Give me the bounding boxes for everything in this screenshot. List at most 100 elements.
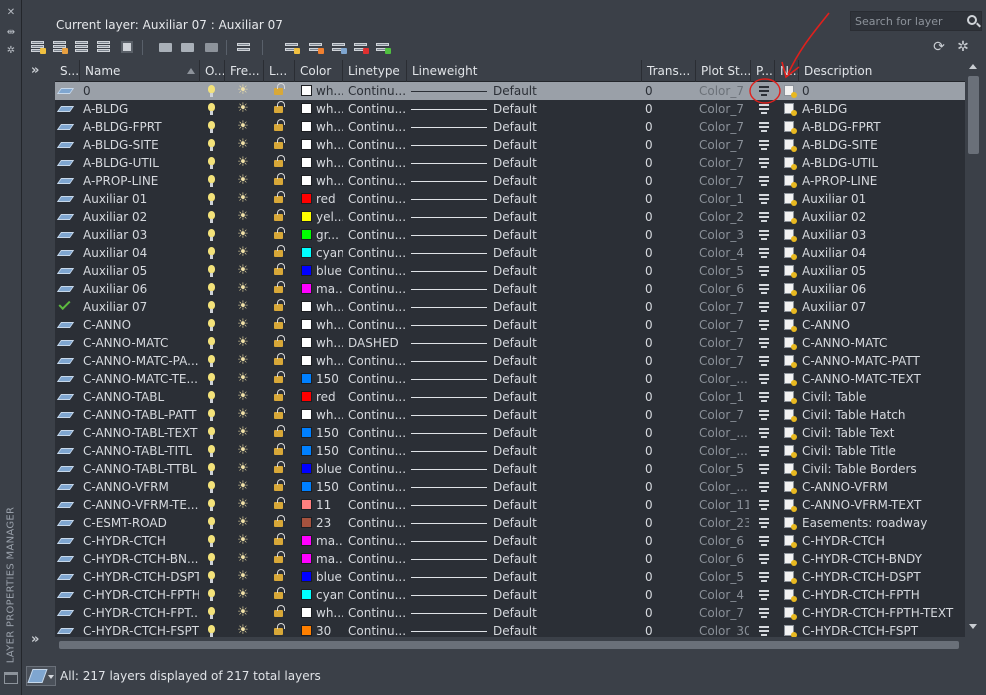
linetype[interactable]: Continu... xyxy=(348,244,406,262)
unlock-icon[interactable] xyxy=(274,605,285,617)
lineweight[interactable]: Default xyxy=(493,478,593,496)
linetype[interactable]: Continu... xyxy=(348,316,406,334)
new-vp-freeze-icon[interactable] xyxy=(784,481,797,494)
layer-name[interactable]: A-BLDG-SITE xyxy=(83,136,199,154)
lineweight[interactable]: Default xyxy=(493,82,593,100)
unlock-icon[interactable] xyxy=(274,371,285,383)
on-bulb-icon[interactable] xyxy=(208,283,215,295)
on-bulb-icon[interactable] xyxy=(208,625,215,637)
thaw-sun-icon[interactable]: ☀ xyxy=(236,354,250,368)
on-bulb-icon[interactable] xyxy=(208,409,215,421)
linetype[interactable]: Continu... xyxy=(348,514,406,532)
thaw-sun-icon[interactable]: ☀ xyxy=(236,102,250,116)
linetype[interactable]: Continu... xyxy=(348,280,406,298)
linetype[interactable]: Continu... xyxy=(348,172,406,190)
on-bulb-icon[interactable] xyxy=(208,553,215,565)
transparency[interactable]: 0 xyxy=(645,568,685,586)
on-bulb-icon[interactable] xyxy=(208,517,215,529)
table-row[interactable]: 0 ☀ wh... Continu... Default 0 Color_7 0 xyxy=(55,82,965,100)
printer-icon[interactable] xyxy=(759,140,769,150)
color-swatch[interactable] xyxy=(301,121,312,132)
color-swatch[interactable] xyxy=(301,499,312,510)
table-row[interactable]: A-PROP-LINE ☀ wh... Continu... Default 0 Color… xyxy=(55,172,965,190)
linetype[interactable]: Continu... xyxy=(348,226,406,244)
refresh-layers-icon[interactable] xyxy=(236,40,252,54)
unlock-icon[interactable] xyxy=(274,137,285,149)
unlock-icon[interactable] xyxy=(274,623,285,635)
color-name[interactable]: wh... xyxy=(316,136,343,154)
linetype[interactable]: Continu... xyxy=(348,532,406,550)
table-row[interactable]: A-BLDG-UTIL ☀ wh... Continu... Default 0 Color… xyxy=(55,154,965,172)
thaw-sun-icon[interactable]: ☀ xyxy=(236,552,250,566)
current-layer-check-icon[interactable] xyxy=(58,297,71,311)
layer-name[interactable]: A-BLDG-UTIL xyxy=(83,154,199,172)
layer-name[interactable]: Auxiliar 05 xyxy=(83,262,199,280)
search-box[interactable] xyxy=(850,11,982,31)
thaw-sun-icon[interactable]: ☀ xyxy=(236,480,250,494)
save-layer-state-icon[interactable] xyxy=(119,40,135,54)
linetype[interactable]: Continu... xyxy=(348,208,406,226)
printer-icon[interactable] xyxy=(759,320,769,330)
layer-name[interactable]: C-ANNO-TABL-TTBL xyxy=(83,460,199,478)
layer-name[interactable]: C-HYDR-CTCH-DSPT xyxy=(83,568,199,586)
table-row[interactable]: C-ANNO ☀ wh... Continu... Default 0 Color_7 C-A… xyxy=(55,316,965,334)
lineweight[interactable]: Default xyxy=(493,136,593,154)
lineweight[interactable]: Default xyxy=(493,424,593,442)
transparency[interactable]: 0 xyxy=(645,460,685,478)
linetype[interactable]: Continu... xyxy=(348,604,406,622)
linetype[interactable]: Continu... xyxy=(348,496,406,514)
layer-status-icon[interactable] xyxy=(56,124,75,130)
thaw-sun-icon[interactable]: ☀ xyxy=(236,372,250,386)
table-row[interactable]: A-BLDG-SITE ☀ wh... Continu... Default 0 Color… xyxy=(55,136,965,154)
unlock-icon[interactable] xyxy=(274,263,285,275)
printer-icon[interactable] xyxy=(759,356,769,366)
layer-name[interactable]: C-HYDR-CTCH-FSPT xyxy=(83,622,199,637)
description[interactable]: A-PROP-LINE xyxy=(802,172,962,190)
transparency[interactable]: 0 xyxy=(645,316,685,334)
description[interactable]: A-BLDG-SITE xyxy=(802,136,962,154)
properties-gear-icon[interactable]: ✲ xyxy=(3,44,19,58)
description[interactable]: Easements: roadway xyxy=(802,514,962,532)
layer-name[interactable]: C-ANNO-MATC-PA... xyxy=(83,352,199,370)
layer-status-icon[interactable] xyxy=(56,556,75,562)
table-row[interactable]: C-ANNO-VFRM ☀ 150 Continu... Default 0 Color_.… xyxy=(55,478,965,496)
layer-states-options-icon[interactable] xyxy=(96,40,112,54)
table-row[interactable]: C-HYDR-CTCH-FSPT ☀ 30 Continu... Default 0 Col… xyxy=(55,622,965,637)
column-plot-style[interactable]: Plot St... xyxy=(696,60,751,82)
thaw-sun-icon[interactable]: ☀ xyxy=(236,498,250,512)
description[interactable]: Auxiliar 07 xyxy=(802,298,962,316)
new-vp-freeze-icon[interactable] xyxy=(784,337,797,350)
table-row[interactable]: A-BLDG-FPRT ☀ wh... Continu... Default 0 Color… xyxy=(55,118,965,136)
layer-name[interactable]: Auxiliar 02 xyxy=(83,208,199,226)
transparency[interactable]: 0 xyxy=(645,190,685,208)
unlock-icon[interactable] xyxy=(274,245,285,257)
lineweight[interactable]: Default xyxy=(493,568,593,586)
new-layer-icon[interactable] xyxy=(284,40,300,54)
thaw-sun-icon[interactable]: ☀ xyxy=(236,588,250,602)
color-swatch[interactable] xyxy=(301,607,312,618)
layer-status-icon[interactable] xyxy=(56,88,75,94)
color-swatch[interactable] xyxy=(301,553,312,564)
thaw-sun-icon[interactable]: ☀ xyxy=(236,606,250,620)
on-bulb-icon[interactable] xyxy=(208,499,215,511)
new-vp-freeze-icon[interactable] xyxy=(784,139,797,152)
color-name[interactable]: blue xyxy=(316,568,343,586)
color-swatch[interactable] xyxy=(301,283,312,294)
delete-layer-icon[interactable] xyxy=(353,40,369,54)
layer-name[interactable]: Auxiliar 01 xyxy=(83,190,199,208)
transparency[interactable]: 0 xyxy=(645,388,685,406)
color-swatch[interactable] xyxy=(301,427,312,438)
on-bulb-icon[interactable] xyxy=(208,337,215,349)
unlock-icon[interactable] xyxy=(274,461,285,473)
table-row[interactable]: C-ANNO-TABL-PATT ☀ wh... Continu... Default 0… xyxy=(55,406,965,424)
expand-filter-tree-bottom-icon[interactable]: » xyxy=(31,633,39,646)
layer-name[interactable]: Auxiliar 07 xyxy=(83,298,199,316)
thaw-sun-icon[interactable]: ☀ xyxy=(236,300,250,314)
layer-name[interactable]: C-ANNO-TABL xyxy=(83,388,199,406)
table-row[interactable]: Auxiliar 06 ☀ ma... Continu... Default 0 Color… xyxy=(55,280,965,298)
linetype[interactable]: Continu... xyxy=(348,298,406,316)
column-linetype[interactable]: Linetype xyxy=(343,60,407,82)
column-status[interactable]: S... xyxy=(55,60,80,82)
layer-states-manager-icon[interactable] xyxy=(74,40,90,54)
layer-status-icon[interactable] xyxy=(56,196,75,202)
